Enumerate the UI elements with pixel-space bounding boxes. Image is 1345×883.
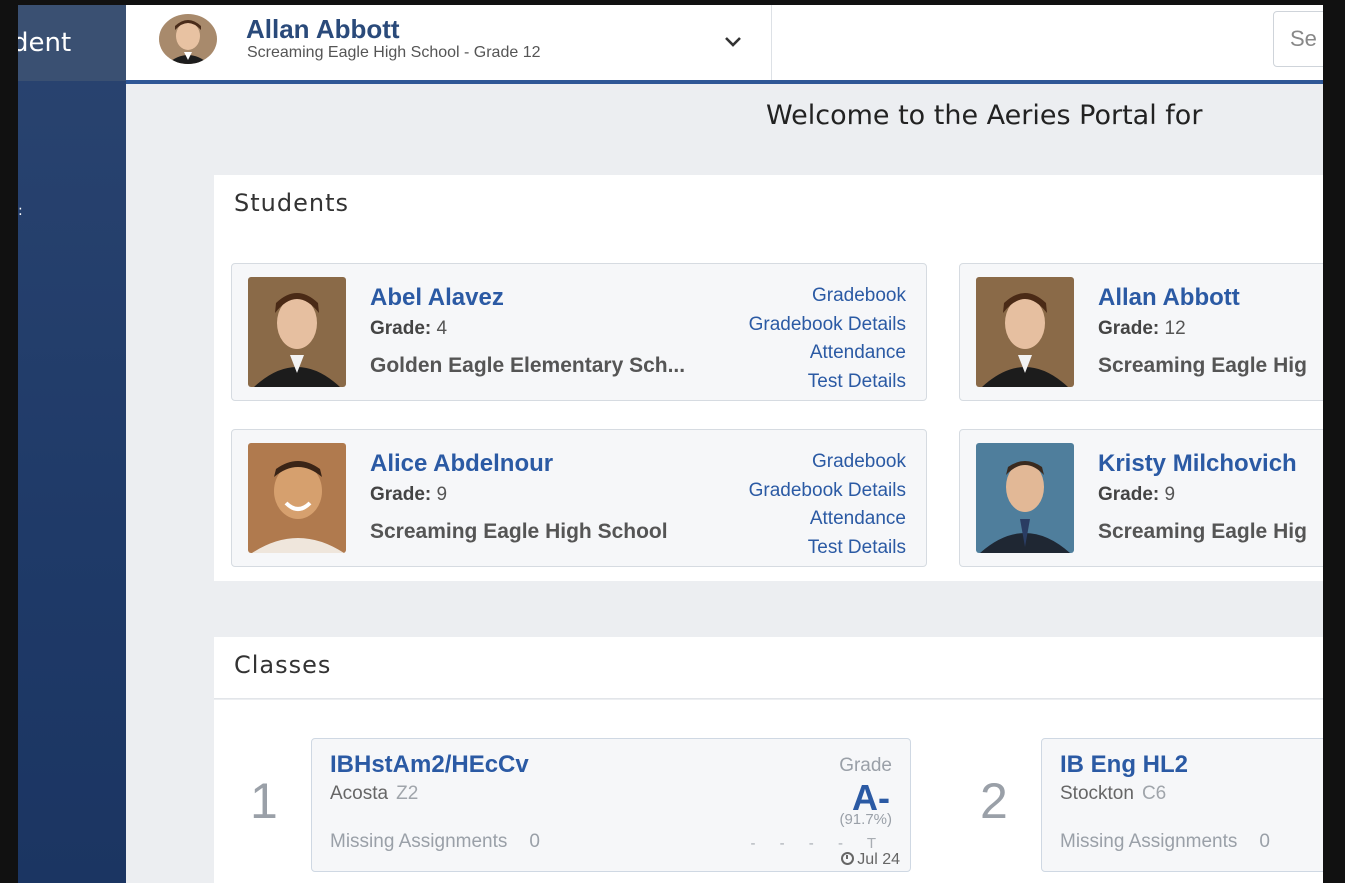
page-title: Welcome to the Aeries Portal for <box>766 100 1203 131</box>
class-name[interactable]: IBHstAm2/HEcCv <box>330 751 529 779</box>
grade-value: 9 <box>1164 484 1176 505</box>
gradebook-details-link[interactable]: Gradebook Details <box>749 477 906 506</box>
test-details-link[interactable]: Test Details <box>749 534 906 563</box>
student-name[interactable]: Kristy Milchovich <box>1098 450 1297 478</box>
student-card[interactable]: Abel Alavez Grade: 4 Golden Eagle Elemen… <box>231 263 927 401</box>
room-number: Z2 <box>396 783 419 804</box>
student-card[interactable]: Allan Abbott Grade: 12 Screaming Eagle H… <box>959 263 1323 401</box>
teacher-name: Stockton <box>1060 783 1134 804</box>
class-name[interactable]: IB Eng HL2 <box>1060 751 1188 779</box>
sidebar-title[interactable]: dent <box>18 5 126 81</box>
class-teacher: Stockton C6 <box>1060 783 1166 805</box>
sidebar: dent : <box>18 5 126 883</box>
student-grade: Grade: 9 <box>370 484 447 506</box>
gradebook-details-link[interactable]: Gradebook Details <box>749 311 906 340</box>
classes-panel-title: Classes <box>234 651 332 679</box>
class-teacher: Acosta Z2 <box>330 783 418 805</box>
attendance-link[interactable]: Attendance <box>749 339 906 368</box>
grade-label: Grade: <box>1098 484 1160 505</box>
avatar <box>159 14 217 64</box>
missing-assignments: Missing Assignments 0 <box>1060 831 1270 853</box>
chevron-down-icon[interactable] <box>720 31 746 51</box>
missing-count: 0 <box>1259 831 1270 852</box>
student-school: Screaming Eagle Hig <box>1098 520 1307 543</box>
student-photo <box>976 443 1074 553</box>
student-photo <box>248 277 346 387</box>
class-percent: (91.7%) <box>839 811 892 828</box>
last-updated: Jul 24 <box>841 851 900 869</box>
grade-label: Grade: <box>370 484 432 505</box>
classes-panel: 1 IBHstAm2/HEcCv Acosta Z2 Missing Assign… <box>214 700 1323 883</box>
term-marks: - - - - T <box>750 835 886 852</box>
grade-label: Grade: <box>370 318 432 339</box>
gradebook-link[interactable]: Gradebook <box>749 282 906 311</box>
teacher-name: Acosta <box>330 783 389 804</box>
student-photo <box>248 443 346 553</box>
student-links: Gradebook Gradebook Details Attendance T… <box>749 282 906 396</box>
grade-value: 4 <box>436 318 448 339</box>
student-grade: Grade: 12 <box>1098 318 1186 340</box>
student-school: Screaming Eagle Hig <box>1098 354 1307 377</box>
test-details-link[interactable]: Test Details <box>749 368 906 397</box>
grade-value: 9 <box>436 484 448 505</box>
missing-assignments: Missing Assignments 0 <box>330 831 540 853</box>
header-student-school: Screaming Eagle High School - Grade 12 <box>247 44 541 61</box>
search-input[interactable]: Se <box>1273 11 1323 67</box>
class-period: 1 <box>250 773 278 829</box>
student-links: Gradebook Gradebook Details Attendance T… <box>749 448 906 562</box>
students-panel-title: Students <box>234 189 349 217</box>
students-panel: Students Abel Alavez Grade: 4 Golden Eag… <box>214 175 1323 581</box>
header-student-name: Allan Abbott <box>246 14 400 44</box>
class-card[interactable]: IB Eng HL2 Stockton C6 Missing Assignment… <box>1041 738 1323 872</box>
sidebar-title-text: dent <box>18 28 72 58</box>
missing-count: 0 <box>529 831 540 852</box>
search-placeholder: Se <box>1290 26 1317 51</box>
header: Allan Abbott Screaming Eagle High School… <box>126 5 1323 84</box>
student-switcher[interactable]: Allan Abbott Screaming Eagle High School… <box>126 5 772 80</box>
updated-date: Jul 24 <box>857 851 900 868</box>
sidebar-item-icon[interactable]: : <box>18 203 23 219</box>
student-name[interactable]: Abel Alavez <box>370 284 504 312</box>
student-photo <box>976 277 1074 387</box>
student-name[interactable]: Alice Abdelnour <box>370 450 553 478</box>
student-school: Golden Eagle Elementary Sch... <box>370 354 686 377</box>
grade-label: Grade: <box>1098 318 1160 339</box>
grade-label: Grade <box>839 755 892 776</box>
attendance-link[interactable]: Attendance <box>749 505 906 534</box>
class-card[interactable]: IBHstAm2/HEcCv Acosta Z2 Missing Assignme… <box>311 738 911 872</box>
classes-panel-header: Classes <box>214 637 1323 699</box>
app-frame: dent : Allan Abbott Screaming Eagle High… <box>18 5 1323 883</box>
missing-label: Missing Assignments <box>1060 831 1238 852</box>
gradebook-link[interactable]: Gradebook <box>749 448 906 477</box>
room-number: C6 <box>1141 783 1167 804</box>
student-card[interactable]: Alice Abdelnour Grade: 9 Screaming Eagle… <box>231 429 927 567</box>
student-card[interactable]: Kristy Milchovich Grade: 9 Screaming Eag… <box>959 429 1323 567</box>
student-grade: Grade: 4 <box>370 318 447 340</box>
student-name[interactable]: Allan Abbott <box>1098 284 1240 312</box>
grade-value: 12 <box>1164 318 1186 339</box>
student-grade: Grade: 9 <box>1098 484 1175 506</box>
class-period: 2 <box>980 773 1008 829</box>
clock-icon <box>841 852 855 865</box>
student-school: Screaming Eagle High School <box>370 520 668 543</box>
missing-label: Missing Assignments <box>330 831 508 852</box>
